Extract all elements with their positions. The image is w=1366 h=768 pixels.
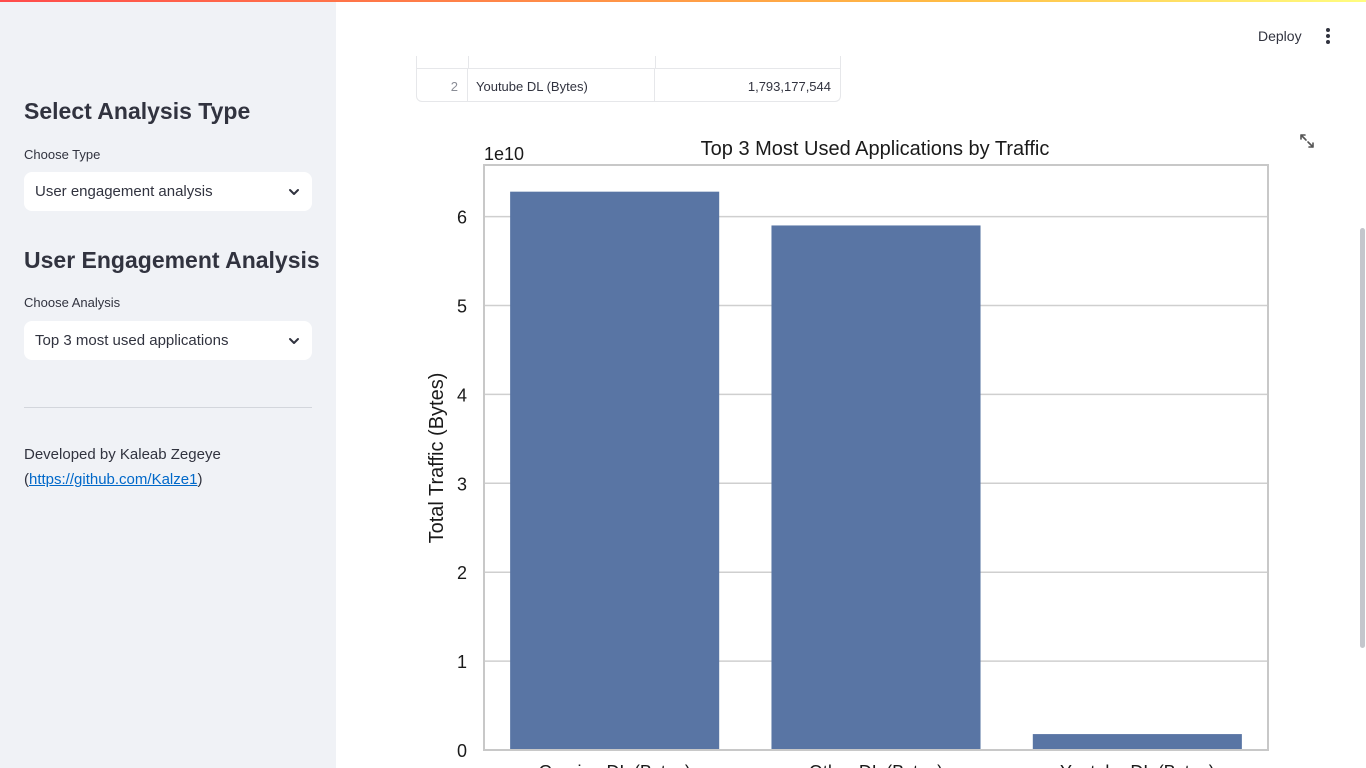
credit-text: Developed by Kaleab Zegeye <box>24 446 221 463</box>
credit: Developed by Kaleab Zegeye (https://githu… <box>24 446 221 488</box>
sidebar: Select Analysis Type Choose Type User en… <box>0 0 336 768</box>
bar <box>1032 734 1242 750</box>
row-application: Youtube DL (Bytes) <box>468 69 655 101</box>
y-tick-label: 4 <box>457 385 467 405</box>
deploy-button[interactable]: Deploy <box>1252 26 1308 46</box>
kebab-menu-icon[interactable] <box>1318 26 1338 46</box>
chevron-down-icon <box>287 185 301 199</box>
y-tick-label: 0 <box>457 741 467 761</box>
bars <box>510 191 1242 750</box>
row-traffic-value: 1,793,177,544 <box>747 78 831 94</box>
x-tick-label: Gaming DL (Bytes) <box>538 762 690 768</box>
main-scrollbar[interactable] <box>1360 228 1365 648</box>
x-tick-label: Youtube DL (Bytes) <box>1060 762 1215 768</box>
choose-type-label: Choose Type <box>24 147 101 162</box>
table-row[interactable]: 2 Youtube DL (Bytes) 1,793,177,544 <box>417 68 840 101</box>
y-tick-label: 3 <box>457 474 467 494</box>
y-tick-label: 2 <box>457 563 467 583</box>
analysis-type-value: User engagement analysis <box>35 183 213 200</box>
y-axis-label: Total Traffic (Bytes) <box>426 373 448 544</box>
table-column-divider <box>655 56 656 68</box>
y-tick-label: 1 <box>457 652 467 672</box>
bar <box>510 191 720 750</box>
analysis-value: Top 3 most used applications <box>35 332 229 349</box>
table-column-divider <box>468 56 469 68</box>
analysis-type-select[interactable]: User engagement analysis <box>24 172 312 211</box>
github-link[interactable]: https://github.com/Kalze1 <box>29 471 197 488</box>
y-tick-label: 5 <box>457 296 467 316</box>
traffic-bar-chart: 0 1 2 3 4 5 6 Gaming DL (Bytes) Other DL (Bytes… <box>426 138 1269 768</box>
analysis-select[interactable]: Top 3 most used applications <box>24 321 312 360</box>
x-ticks: Gaming DL (Bytes) Other DL (Bytes) Youtube… <box>538 762 1214 768</box>
analysis-type-heading: Select Analysis Type <box>24 98 251 124</box>
x-tick-label: Other DL (Bytes) <box>809 762 943 768</box>
top-decoration-stripe <box>0 0 1366 2</box>
data-table[interactable]: 2 Youtube DL (Bytes) 1,793,177,544 <box>416 56 841 102</box>
chart-title: Top 3 Most Used Applications by Traffic <box>701 138 1050 160</box>
engagement-heading: User Engagement Analysis <box>24 247 320 273</box>
y-tick-label: 6 <box>457 208 467 228</box>
sidebar-divider <box>24 407 312 408</box>
chevron-down-icon <box>287 334 301 348</box>
choose-analysis-label: Choose Analysis <box>24 295 121 310</box>
row-index: 2 <box>417 69 468 101</box>
bar <box>771 225 981 750</box>
y-axis-offset-label: 1e10 <box>484 144 524 164</box>
y-ticks: 0 1 2 3 4 5 6 <box>457 208 467 761</box>
